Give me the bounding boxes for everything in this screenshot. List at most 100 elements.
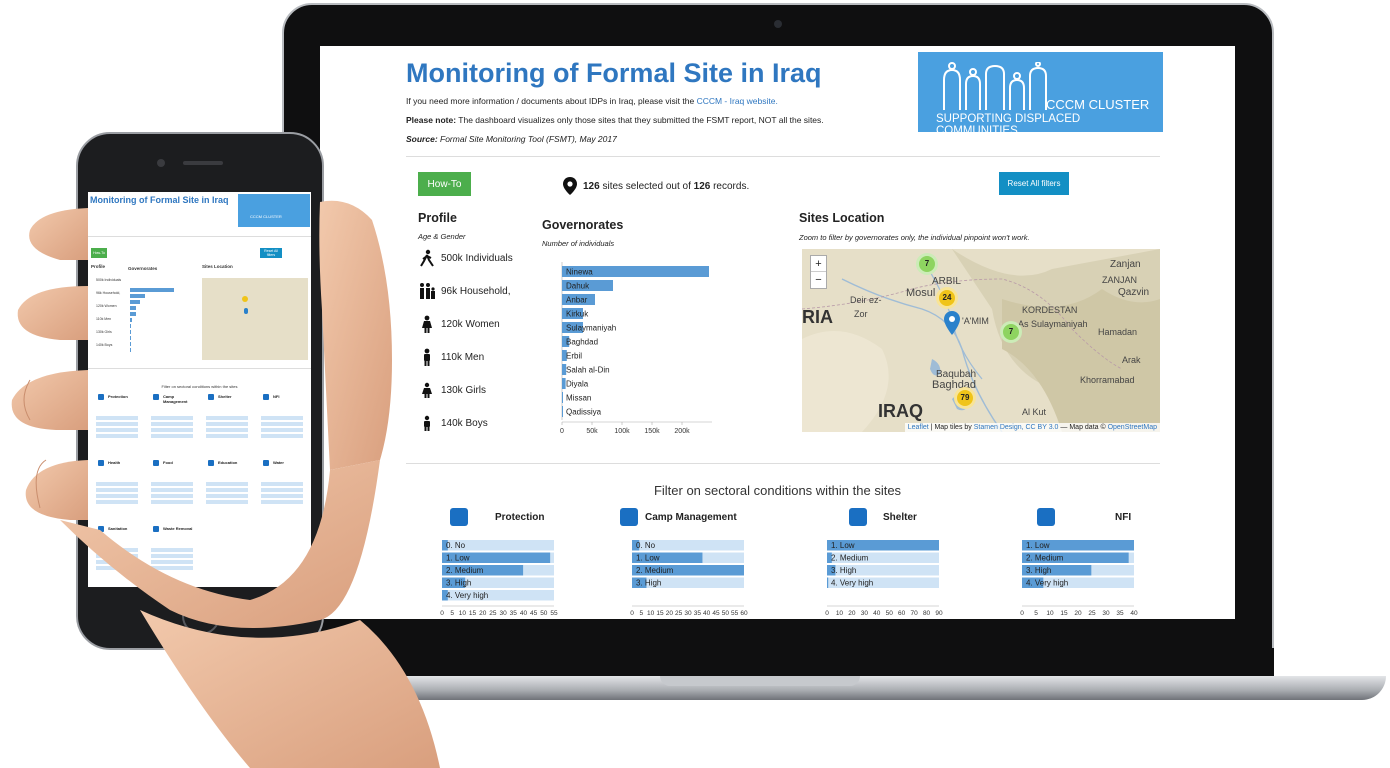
phone-sector-bar xyxy=(206,482,248,486)
sites-location-title: Sites Location xyxy=(799,211,885,225)
sector-tick-label: 45 xyxy=(712,610,720,617)
sector-tick-label: 10 xyxy=(459,610,467,617)
phone-profile-title: Profile xyxy=(91,264,106,269)
zoom-in-button[interactable]: + xyxy=(811,256,826,272)
sector-bar-label: 3. High xyxy=(1026,566,1051,575)
woman-icon xyxy=(422,315,432,333)
phone-sector-bar xyxy=(206,428,248,432)
gov-bar[interactable] xyxy=(562,392,563,403)
gov-tick-label: 200k xyxy=(674,428,690,435)
phone-sector-bar xyxy=(261,434,303,438)
map-cluster-marker[interactable]: 79 xyxy=(954,387,976,409)
profile-title: Profile xyxy=(418,211,457,225)
attribution-text: | Map tiles by xyxy=(928,424,974,431)
howto-button[interactable]: How-To xyxy=(418,172,471,196)
phone-gov-bar xyxy=(130,336,132,340)
phone-map-marker[interactable] xyxy=(244,308,248,314)
phone-sector-bar xyxy=(206,416,248,420)
phone-sector-icon xyxy=(98,526,104,532)
map-place-label: Qazvin xyxy=(1118,287,1150,298)
leaflet-link[interactable]: Leaflet xyxy=(908,424,929,431)
sector-bar-label: 0. No xyxy=(636,541,656,550)
phone-sector-bar xyxy=(151,494,193,498)
phone-sector-bar xyxy=(96,500,138,504)
phone-sector-name: Education xyxy=(218,460,238,465)
sector-bar-label: 4. Very high xyxy=(1026,579,1068,588)
sector-bar-label: 1. Low xyxy=(446,554,470,563)
phone-filter-title: Filter on sectoral conditions within the… xyxy=(161,384,238,389)
phone-map-cluster[interactable] xyxy=(242,296,248,302)
phone-howto-button[interactable]: How-To xyxy=(91,248,107,258)
phone-profile-row: 500k Individuals xyxy=(96,278,122,282)
map-cluster-marker[interactable]: 7 xyxy=(1000,321,1022,343)
phone-logo-text: CCCM CLUSTER xyxy=(250,214,282,219)
source-label: Source: xyxy=(406,134,438,144)
gov-tick-label: 0 xyxy=(560,428,564,435)
page-title: Monitoring of Formal Site in Iraq xyxy=(406,58,822,88)
phone-sector-bar xyxy=(206,434,248,438)
sites-location-subtitle: Zoom to filter by governorates only, the… xyxy=(799,233,1030,242)
profile-households-label: 96k Household, xyxy=(441,285,511,297)
phone-sector-bar xyxy=(151,428,193,432)
sector-tick-label: 10 xyxy=(647,610,655,617)
sector-icon xyxy=(620,508,638,526)
gov-bar-label: Missan xyxy=(566,394,591,403)
phone-reset-button[interactable]: Reset All filters xyxy=(260,248,282,258)
profile-individuals-label: 500k Individuals xyxy=(441,252,513,264)
phone-sector-name: Protection xyxy=(108,394,128,399)
map-marker-icon[interactable] xyxy=(944,311,960,335)
sector-tick-label: 40 xyxy=(1130,610,1138,617)
gov-bar-label: Kirkuk xyxy=(566,310,589,319)
gov-bar[interactable] xyxy=(562,406,563,417)
phone-gov-bar xyxy=(130,318,133,322)
map-place-label: ARBIL xyxy=(932,276,961,287)
stamen-link[interactable]: Stamen Design, CC BY 3.0 xyxy=(974,424,1059,431)
map-place-label: ZANJAN xyxy=(1102,275,1138,285)
sector-chart: 0. No 1. Low 2. Medium 3. High 0 5 10 15 20 25 30 3… xyxy=(630,540,748,617)
laptop-camera xyxy=(774,20,782,28)
phone-map[interactable] xyxy=(202,278,308,360)
phone-sector-icon xyxy=(98,394,104,400)
sector-tick-label: 55 xyxy=(731,610,739,617)
man-icon xyxy=(424,348,430,366)
sector-tick-label: 55 xyxy=(550,610,558,617)
phone-screen: Monitoring of Formal Site in Iraq CCCM C… xyxy=(88,192,311,587)
sector-tick-label: 5 xyxy=(450,610,454,617)
phone-sector-icon xyxy=(208,394,214,400)
sector-name: NFI xyxy=(1115,512,1132,523)
sites-map[interactable]: + − Zanjan ZANJAN Qazvin ARBIL Deir ez- Zor Mo… xyxy=(802,249,1160,432)
phone-sector-bar xyxy=(96,494,138,498)
phone-sector-name: Health xyxy=(108,460,121,465)
phone-profile-row: 96k Household, xyxy=(96,291,121,295)
reset-filters-button[interactable]: Reset All filters xyxy=(999,172,1069,195)
sector-bar-label: 2. Medium xyxy=(831,554,869,563)
phone-sector-name: Food xyxy=(163,460,173,465)
sector-icon xyxy=(849,508,867,526)
map-place-label: Zanjan xyxy=(1110,259,1141,270)
phone-sector: Protection xyxy=(94,394,142,450)
sector-tick-label: 30 xyxy=(684,610,692,617)
selected-count: 126 xyxy=(583,180,600,192)
osm-link[interactable]: OpenStreetMap xyxy=(1108,424,1157,431)
sector-tick-label: 15 xyxy=(1060,610,1068,617)
sector-tick-label: 40 xyxy=(873,610,881,617)
zoom-out-button[interactable]: − xyxy=(811,272,826,288)
profile-subtitle: Age & Gender xyxy=(418,232,466,241)
phone-sector: Education xyxy=(204,460,252,516)
map-cluster-marker[interactable]: 7 xyxy=(916,253,938,275)
phone-sector-icon xyxy=(153,394,159,400)
phone-gov-bar xyxy=(130,288,175,292)
phone-sector-bar xyxy=(261,416,303,420)
map-cluster-marker[interactable]: 24 xyxy=(936,287,958,309)
cccm-logo: CCCM CLUSTER SUPPORTING DISPLACED COMMUN… xyxy=(918,52,1163,137)
sector-tick-label: 20 xyxy=(848,610,856,617)
sector-bar[interactable] xyxy=(827,577,829,589)
phone-sector-bar xyxy=(151,488,193,492)
phone-sector-bar xyxy=(261,422,303,426)
sector-tick-label: 0 xyxy=(630,610,634,617)
phone-sector-icon xyxy=(98,460,104,466)
cccm-link[interactable]: CCCM - Iraq website. xyxy=(697,96,778,106)
phone-sector-bar xyxy=(96,554,138,558)
phone-sector: Health xyxy=(94,460,142,516)
sector-icon xyxy=(1037,508,1055,526)
